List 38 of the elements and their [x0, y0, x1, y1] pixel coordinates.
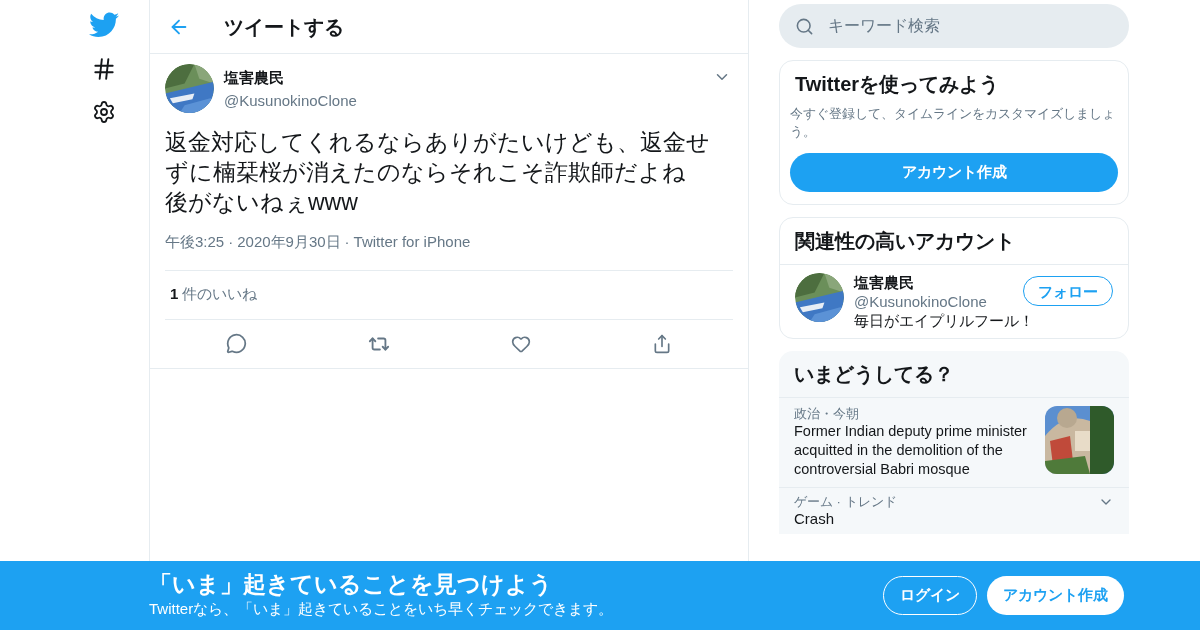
page-title: ツイートする [224, 14, 344, 40]
tweet-date[interactable]: 2020年9月30日 [237, 231, 341, 254]
account-name[interactable]: 塩害農民 [854, 273, 1023, 292]
trend-text: Crash [794, 510, 835, 528]
trend-meta: 政治・今朝 [794, 406, 860, 422]
like-icon[interactable] [511, 333, 532, 354]
account-bio: 毎日がエイプリルフール！ [854, 311, 1035, 330]
trend-meta: ゲーム · トレンド [794, 494, 898, 510]
hashtag-icon[interactable] [91, 56, 117, 82]
account-handle: @KusunokinoClone [854, 292, 988, 311]
trend-item[interactable]: 政治・今朝 Former Indian deputy prime minister acquitted in the demolition of the controversial Babri mosque [779, 398, 1129, 488]
separator-dot: · [344, 232, 350, 252]
banner-subtitle: Twitterなら、「いま」起きていることをいち早くチェックできます。 [149, 599, 615, 620]
settings-icon[interactable] [92, 100, 116, 124]
card-title: 関連性の高いアカウント [780, 218, 1128, 265]
create-account-button[interactable]: アカウント作成 [790, 153, 1118, 192]
banner-title: 「いま」起きていることを見つけよう [149, 570, 554, 599]
share-icon[interactable] [652, 333, 673, 354]
card-title: Twitterを使ってみよう [794, 72, 1001, 97]
author-handle: @KusunokinoClone [224, 90, 358, 111]
trend-item[interactable]: ゲーム · トレンド Crash [779, 488, 1129, 534]
card-title: いまどうしてる？ [779, 351, 1129, 398]
reply-icon[interactable] [225, 333, 247, 354]
bird-logo-icon[interactable] [89, 12, 119, 38]
tweet-text: 後がないねぇwww [165, 188, 359, 217]
trend-text: Former Indian deputy prime minister acquitted in the demolition of the controversial Babri mosque [794, 422, 1028, 479]
search-placeholder: キーワード検索 [828, 16, 940, 36]
separator-dot: · [228, 232, 234, 252]
search-icon [795, 16, 814, 36]
tweet-source[interactable]: Twitter for iPhone [353, 231, 471, 254]
card-text: 今すぐ登録して、タイムラインをカスタマイズしましょう。 [790, 105, 1116, 141]
author-name[interactable]: 塩害農民 [224, 67, 703, 90]
signup-button[interactable]: アカウント作成 [987, 576, 1124, 615]
like-label[interactable]: 件のいいね [182, 283, 258, 306]
like-count[interactable]: 1 [170, 283, 179, 306]
tweet-text: 返金対応してくれるならありがたいけども、返金せずに楠栞桜が消えたのならそれこそ詐欺師だよね [165, 128, 711, 187]
search-field[interactable]: キーワード検索 [779, 4, 1129, 48]
tweet-time[interactable]: 午後3:25 [165, 231, 225, 254]
